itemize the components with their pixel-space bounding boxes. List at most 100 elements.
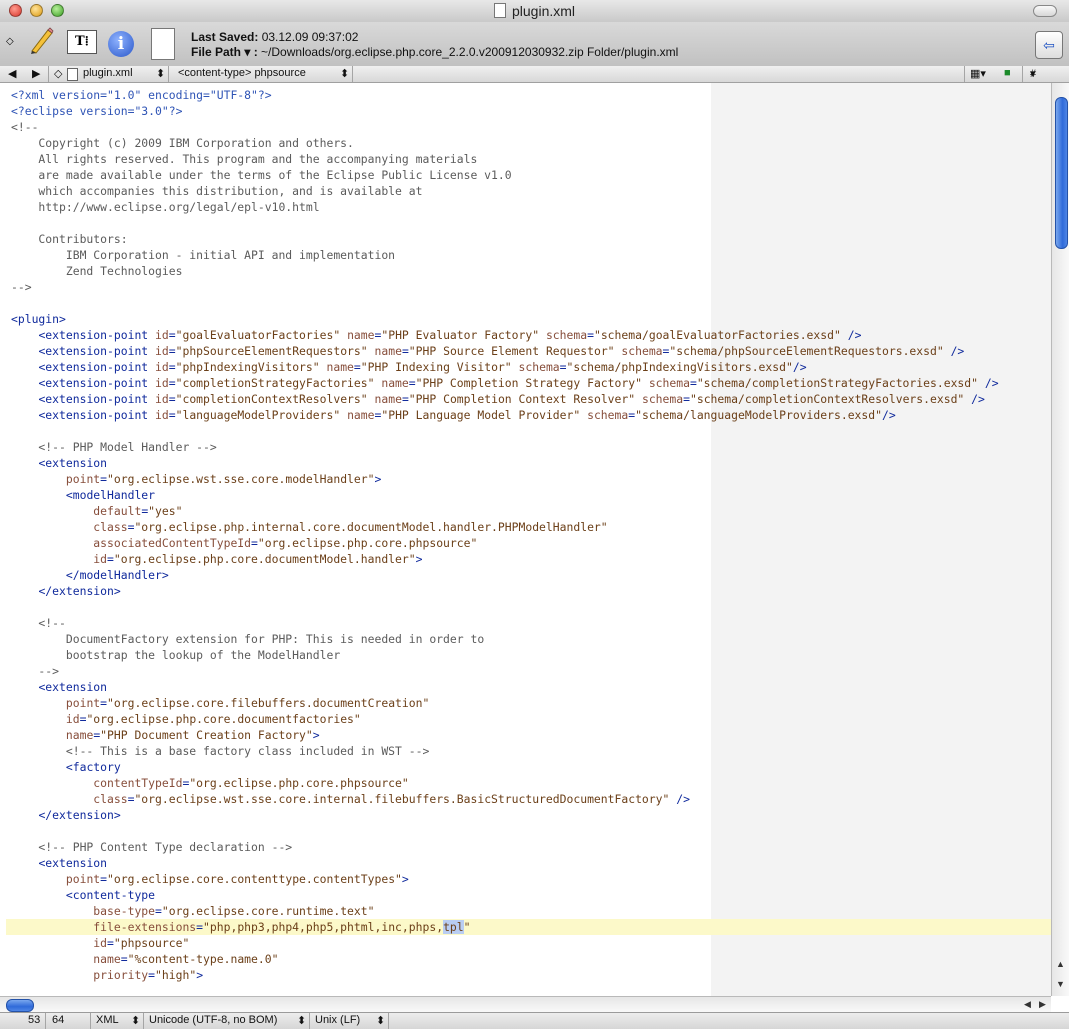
diamond-icon[interactable]: ◇ (6, 36, 14, 47)
code-line[interactable]: Copyright (c) 2009 IBM Corporation and o… (11, 136, 353, 150)
code-line[interactable]: <plugin> (11, 312, 66, 326)
horizontal-scrollbar[interactable]: ◀ ▶ (0, 996, 1051, 1013)
code-line[interactable]: associatedContentTypeId="org.eclipse.php… (11, 536, 477, 550)
line-endings-popup[interactable]: Unix (LF) (315, 1014, 360, 1026)
code-line[interactable]: <extension-point id="phpIndexingVisitors… (11, 360, 806, 374)
file-popup-diamond-icon: ◇ (54, 68, 63, 80)
code-line[interactable]: Zend Technologies (11, 264, 183, 278)
code-line[interactable]: id="org.eclipse.php.core.documentfactori… (11, 712, 361, 726)
code-line[interactable]: DocumentFactory extension for PHP: This … (11, 632, 484, 646)
code-line[interactable]: name="%content-type.name.0" (11, 952, 278, 966)
symbol-popup-chevron-icon[interactable]: ⬍ (340, 67, 349, 80)
code-line[interactable]: Contributors: (11, 232, 127, 246)
last-saved-label: Last Saved: (191, 30, 259, 44)
counterpart-icon[interactable]: ■ (1004, 67, 1011, 79)
scroll-down-arrow-icon[interactable]: ▼ (1056, 979, 1065, 989)
sidebar-toggle-button[interactable]: ⇦ (1035, 31, 1063, 59)
arrow-left-icon: ⇦ (1043, 37, 1055, 53)
info-icon[interactable]: i (108, 31, 134, 57)
code-line[interactable]: All rights reserved. This program and th… (11, 152, 477, 166)
code-line[interactable]: file-extensions="php,php3,php4,php5,phtm… (11, 920, 471, 934)
code-line[interactable]: point="org.eclipse.wst.sse.core.modelHan… (11, 472, 381, 486)
scroll-right-arrow-icon[interactable]: ▶ (1039, 999, 1046, 1010)
code-line[interactable]: id="org.eclipse.php.core.documentModel.h… (11, 552, 422, 566)
code-line[interactable]: </modelHandler> (11, 568, 169, 582)
code-line[interactable]: <!-- This is a base factory class includ… (11, 744, 429, 758)
encoding-popup-chevron-icon[interactable]: ⬍ (297, 1014, 306, 1027)
code-line[interactable]: <modelHandler (11, 488, 155, 502)
document-icon (493, 3, 506, 18)
code-line[interactable]: <!-- PHP Content Type declaration --> (11, 840, 292, 854)
code-line[interactable]: class="org.eclipse.wst.sse.core.internal… (11, 792, 690, 806)
forward-arrow-icon[interactable]: ▶ (32, 67, 40, 80)
file-popup-doc-icon (67, 68, 78, 81)
code-line[interactable]: id="phpsource" (11, 936, 189, 950)
navigation-bar: ◀ ▶ ◇ plugin.xml ⬍ <content-type> phpsou… (0, 66, 1069, 83)
title-bar: plugin.xml (0, 0, 1069, 23)
code-line[interactable]: <factory (11, 760, 121, 774)
window-title-text: plugin.xml (511, 3, 576, 19)
code-line[interactable]: <extension-point id="completionStrategyF… (11, 376, 998, 390)
document-menu-icon[interactable]: ▦▾ (970, 67, 986, 80)
code-line[interactable]: <extension-point id="completionContextRe… (11, 392, 984, 406)
syntax-popup[interactable]: XML (96, 1014, 119, 1026)
file-path-value: ~/Downloads/org.eclipse.php.core_2.2.0.v… (261, 45, 679, 59)
code-line[interactable]: IBM Corporation - initial API and implem… (11, 248, 395, 262)
code-line[interactable]: http://www.eclipse.org/legal/epl-v10.htm… (11, 200, 319, 214)
code-line[interactable]: </extension> (11, 584, 120, 598)
code-line[interactable]: contentTypeId="org.eclipse.php.core.phps… (11, 776, 408, 790)
line-endings-popup-chevron-icon[interactable]: ⬍ (376, 1014, 385, 1027)
code-line[interactable]: <extension-point id="phpSourceElementReq… (11, 344, 964, 358)
code-line[interactable]: <extension (11, 456, 107, 470)
status-bar: 53 64 XML ⬍ Unicode (UTF-8, no BOM) ⬍ Un… (0, 1012, 1069, 1029)
function-menu[interactable]: # ▾ (1030, 67, 1036, 80)
window-title: plugin.xml (0, 3, 1069, 19)
code-line[interactable]: </extension> (11, 808, 120, 822)
file-icon (151, 28, 175, 60)
back-arrow-icon[interactable]: ◀ (8, 67, 16, 80)
code-line[interactable]: <!-- (11, 616, 65, 630)
code-line[interactable]: name="PHP Document Creation Factory"> (11, 728, 320, 742)
scroll-left-arrow-icon[interactable]: ◀ (1024, 999, 1031, 1010)
code-line[interactable]: default="yes" (11, 504, 182, 518)
code-line[interactable]: base-type="org.eclipse.core.runtime.text… (11, 904, 374, 918)
code-line[interactable]: --> (11, 664, 59, 678)
pencil-icon[interactable] (28, 27, 54, 60)
toolbar: ◇ T⁞ i Last Saved: 03.12.09 09:37:02 Fil… (0, 22, 1069, 67)
file-path-menu[interactable]: File Path ▾ : (191, 45, 258, 59)
status-column[interactable]: 64 (52, 1014, 64, 1026)
code-line[interactable]: class="org.eclipse.php.internal.core.doc… (11, 520, 607, 534)
code-line[interactable]: <extension-point id="goalEvaluatorFactor… (11, 328, 861, 342)
function-menu-label: # (1030, 68, 1037, 80)
status-line[interactable]: 53 (28, 1014, 40, 1026)
code-line[interactable]: are made available under the terms of th… (11, 168, 511, 182)
text-options-icon[interactable]: T⁞ (67, 30, 97, 54)
code-line[interactable]: <?eclipse version="3.0"?> (11, 104, 182, 118)
code-line[interactable]: <!-- PHP Model Handler --> (11, 440, 216, 454)
scroll-up-arrow-icon[interactable]: ▲ (1056, 959, 1065, 969)
toolbar-toggle-button[interactable] (1033, 5, 1057, 17)
code-line[interactable]: <extension (11, 680, 107, 694)
last-saved-value: 03.12.09 09:37:02 (261, 30, 359, 44)
code-line[interactable]: bootstrap the lookup of the ModelHandler (11, 648, 340, 662)
vertical-scrollbar[interactable]: ▲ ▼ (1051, 83, 1069, 996)
syntax-popup-chevron-icon[interactable]: ⬍ (131, 1014, 140, 1027)
encoding-popup[interactable]: Unicode (UTF-8, no BOM) (149, 1014, 277, 1026)
symbol-popup[interactable]: <content-type> phpsource (178, 67, 306, 79)
file-popup-chevron-icon[interactable]: ⬍ (156, 67, 165, 80)
vertical-scroll-thumb[interactable] (1055, 97, 1068, 249)
code-line[interactable]: priority="high"> (11, 968, 203, 982)
code-line[interactable]: <extension (11, 856, 107, 870)
code-line[interactable]: <content-type (11, 888, 155, 902)
code-line[interactable]: --> (11, 280, 32, 294)
code-line[interactable]: point="org.eclipse.core.contenttype.cont… (11, 872, 409, 886)
code-line[interactable]: <extension-point id="languageModelProvid… (11, 408, 895, 422)
code-line[interactable]: <?xml version="1.0" encoding="UTF-8"?> (11, 88, 272, 102)
text-editor[interactable]: <?xml version="1.0" encoding="UTF-8"?> <… (0, 83, 1051, 996)
file-popup[interactable]: plugin.xml (83, 67, 133, 79)
code-line[interactable]: which accompanies this distribution, and… (11, 184, 422, 198)
horizontal-scroll-thumb[interactable] (6, 999, 34, 1012)
code-view[interactable]: <?xml version="1.0" encoding="UTF-8"?> <… (11, 87, 999, 983)
code-line[interactable]: point="org.eclipse.core.filebuffers.docu… (11, 696, 429, 710)
code-line[interactable]: <!-- (11, 120, 38, 134)
